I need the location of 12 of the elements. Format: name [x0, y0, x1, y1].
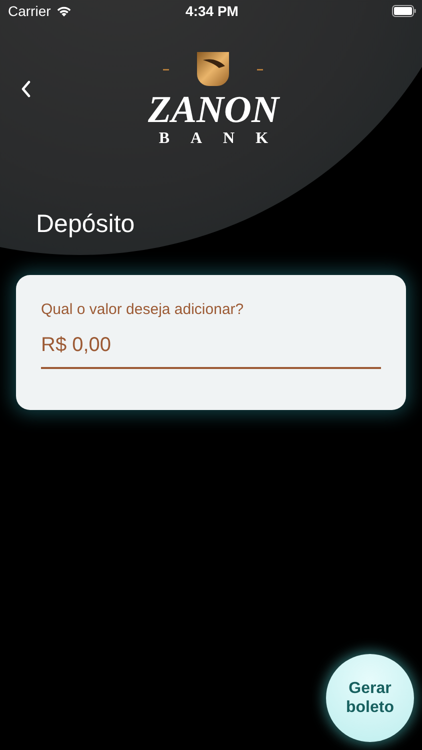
- logo-title: ZANON: [148, 90, 279, 130]
- back-icon[interactable]: [20, 79, 32, 99]
- carrier-label: Carrier: [8, 3, 51, 19]
- status-time: 4:34 PM: [186, 3, 238, 19]
- generate-boleto-button[interactable]: Gerar boleto: [326, 654, 414, 742]
- amount-input-field[interactable]: R$ 0,00: [41, 328, 381, 369]
- wifi-icon: [56, 5, 72, 17]
- amount-label: Qual o valor deseja adicionar?: [41, 301, 245, 318]
- page-title: Depósito: [36, 210, 136, 239]
- logo-subtitle: BANK: [158, 130, 290, 148]
- battery-icon: [392, 5, 416, 17]
- logo-emblem-icon: [163, 52, 264, 86]
